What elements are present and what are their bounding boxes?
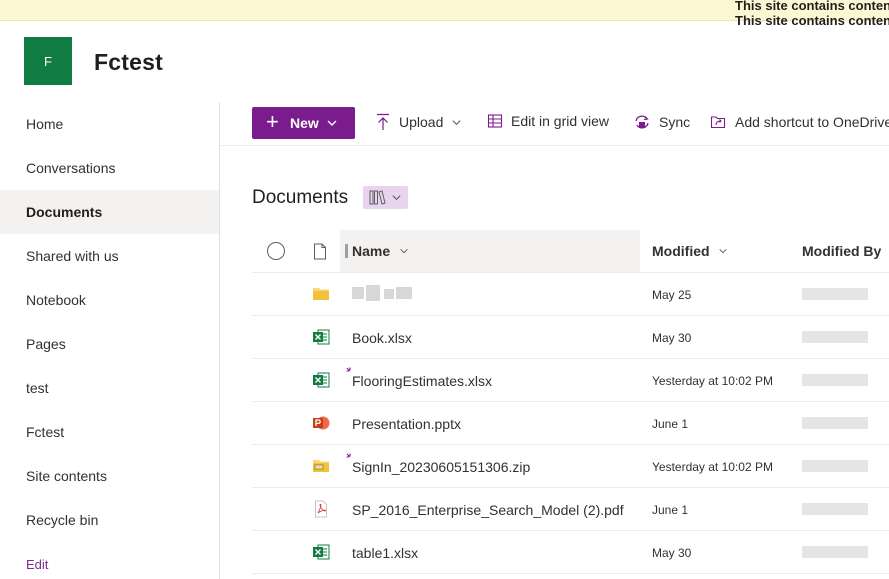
add-shortcut-label: Add shortcut to OneDrive	[735, 113, 889, 130]
nav-item-shared-with-us[interactable]: Shared with us	[0, 234, 219, 278]
nav-item-test[interactable]: test	[0, 366, 219, 410]
excel-file-icon	[313, 544, 330, 560]
sync-icon	[635, 115, 649, 129]
modified-by-obscured	[802, 374, 868, 386]
banner-message: This site contains content	[735, 0, 889, 13]
table-row[interactable]: FlooringEstimates.xlsx Yesterday at 10:0…	[252, 359, 889, 402]
sync-label: Sync	[659, 114, 691, 130]
select-all-checkbox[interactable]	[267, 242, 285, 260]
sync-button[interactable]: Sync	[633, 113, 690, 131]
chevron-down-icon	[327, 120, 337, 126]
column-resize-handle[interactable]	[345, 244, 348, 258]
table-row[interactable]: SP_2016_Enterprise_Search_Model (2).pdf …	[252, 488, 889, 531]
edit-grid-view-button[interactable]: Edit in grid view	[487, 113, 609, 129]
table-row[interactable]: Presentation.pptx June 1	[252, 402, 889, 445]
command-bar: + New Upload Edit in grid view Sync Add …	[220, 101, 889, 146]
site-logo[interactable]: F	[24, 37, 72, 85]
powerpoint-file-icon	[313, 416, 330, 430]
column-modified-label: Modified	[652, 243, 710, 259]
new-button[interactable]: + New	[252, 107, 355, 139]
modified-by-obscured	[802, 288, 868, 300]
file-type-icon[interactable]	[313, 243, 327, 260]
table-row[interactable]: table1.xlsx May 30	[252, 531, 889, 574]
upload-label: Upload	[399, 114, 444, 130]
file-name[interactable]: FlooringEstimates.xlsx	[352, 373, 492, 389]
file-name[interactable]: SP_2016_Enterprise_Search_Model (2).pdf	[352, 502, 624, 518]
list-header: Name Modified Modified By	[252, 230, 889, 273]
nav-item-pages[interactable]: Pages	[0, 322, 219, 366]
modified-by-obscured	[802, 460, 868, 472]
modified-date: May 30	[652, 331, 692, 345]
left-navigation: Home Conversations Documents Shared with…	[0, 102, 220, 579]
site-title[interactable]: Fctest	[94, 49, 163, 76]
notice-banner: This site contains content This site con…	[0, 0, 889, 28]
column-header-name[interactable]: Name	[352, 243, 409, 259]
excel-file-icon	[313, 329, 330, 345]
folder-icon	[313, 288, 329, 300]
file-name[interactable]: table1.xlsx	[352, 545, 418, 561]
modified-date: May 30	[652, 546, 692, 560]
file-name[interactable]: SignIn_20230605151306.zip	[352, 459, 530, 475]
modified-date: Yesterday at 10:02 PM	[652, 460, 773, 474]
site-header: F Fctest	[0, 21, 889, 101]
chevron-down-icon	[400, 248, 408, 254]
library-view-icon	[369, 190, 386, 205]
nav-item-notebook[interactable]: Notebook	[0, 278, 219, 322]
plus-icon: +	[266, 109, 279, 134]
column-header-modified[interactable]: Modified	[652, 243, 728, 259]
nav-item-fctest[interactable]: Fctest	[0, 410, 219, 454]
view-options-button[interactable]	[363, 186, 408, 209]
nav-item-recycle-bin[interactable]: Recycle bin	[0, 498, 219, 542]
modified-by-obscured	[802, 503, 868, 515]
pdf-file-icon	[315, 500, 327, 518]
nav-item-home[interactable]: Home	[0, 102, 219, 146]
chevron-down-icon	[452, 119, 461, 125]
modified-date: June 1	[652, 503, 689, 517]
upload-icon	[377, 113, 389, 130]
nav-item-documents[interactable]: Documents	[0, 190, 219, 234]
nav-item-site-contents[interactable]: Site contents	[0, 454, 219, 498]
add-shortcut-button[interactable]: Add shortcut to OneDrive	[710, 113, 889, 130]
file-name[interactable]: Book.xlsx	[352, 330, 412, 346]
modified-date: Yesterday at 10:02 PM	[652, 374, 773, 388]
table-row[interactable]: SignIn_20230605151306.zip Yesterday at 1…	[252, 445, 889, 488]
new-button-label: New	[290, 115, 319, 131]
modified-by-obscured	[802, 417, 868, 429]
column-header-modified-by[interactable]: Modified By	[802, 243, 881, 259]
modified-date: May 25	[652, 288, 692, 302]
grid-icon	[487, 114, 503, 128]
file-name[interactable]: Presentation.pptx	[352, 416, 461, 432]
nav-edit-link[interactable]: Edit	[0, 542, 219, 579]
excel-file-icon	[313, 372, 330, 388]
nav-item-conversations[interactable]: Conversations	[0, 146, 219, 190]
chevron-down-icon	[392, 195, 401, 201]
modified-date: June 1	[652, 417, 689, 431]
column-name-label: Name	[352, 243, 391, 259]
modified-by-obscured	[802, 546, 868, 558]
modified-by-obscured	[802, 331, 868, 343]
obscured-name	[352, 285, 412, 301]
zip-folder-icon	[313, 460, 329, 472]
library-title: Documents	[252, 187, 349, 208]
table-row[interactable]: Book.xlsx May 30	[252, 316, 889, 359]
edit-grid-view-label: Edit in grid view	[511, 113, 610, 129]
chevron-down-icon	[719, 248, 728, 254]
upload-button[interactable]: Upload	[375, 113, 462, 131]
shortcut-icon	[710, 116, 726, 129]
table-row[interactable]: May 25	[252, 273, 889, 316]
